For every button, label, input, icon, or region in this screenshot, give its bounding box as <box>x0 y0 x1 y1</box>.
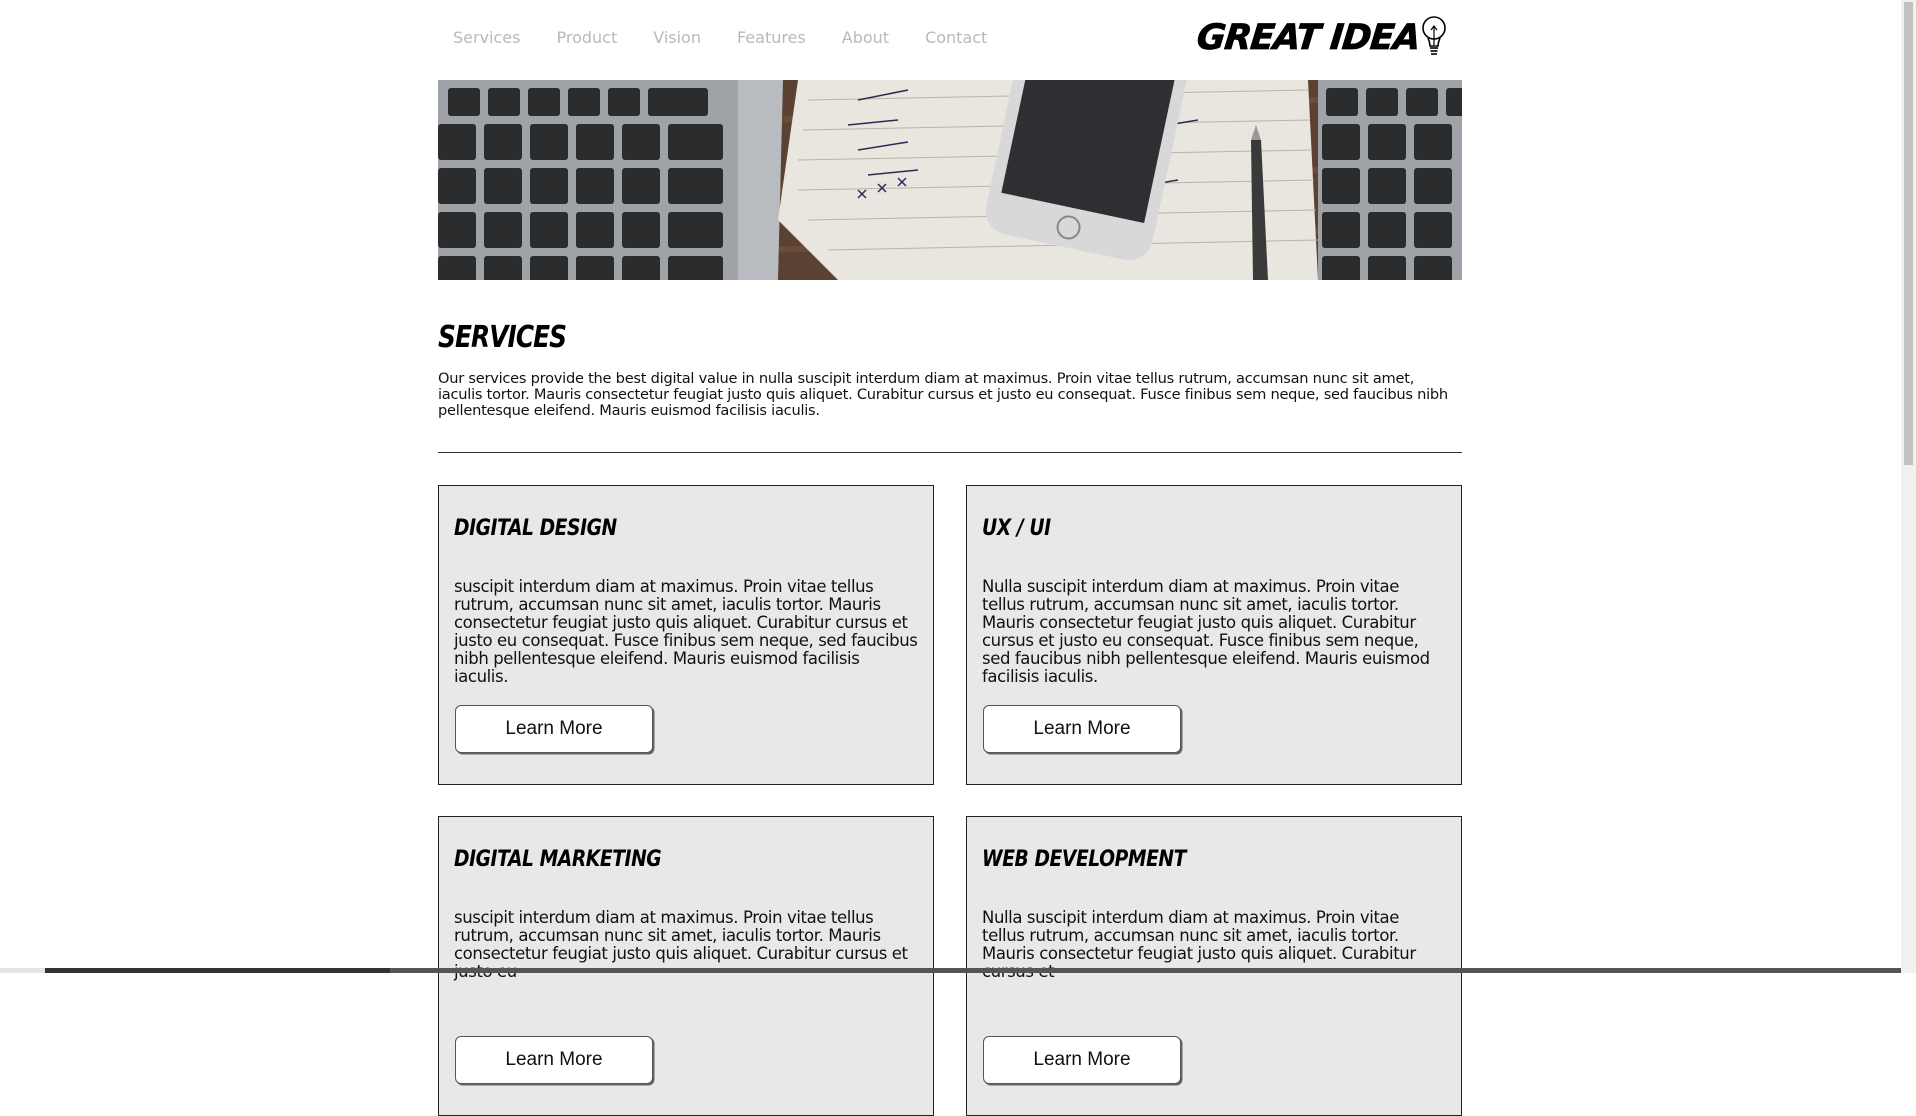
learn-more-button[interactable]: Learn More <box>455 1036 653 1084</box>
nav-link-features[interactable]: Features <box>737 28 806 47</box>
divider <box>438 452 1462 453</box>
card-body: suscipit interdum diam at maximus. Proin… <box>454 577 918 686</box>
learn-more-button[interactable]: Learn More <box>983 705 1181 753</box>
nav-link-contact[interactable]: Contact <box>925 28 987 47</box>
nav-link-services[interactable]: Services <box>453 28 520 47</box>
service-card: UX / UI Nulla suscipit interdum diam at … <box>966 485 1462 785</box>
horizontal-scrollbar-thumb[interactable] <box>45 968 390 973</box>
horizontal-scrollbar[interactable] <box>0 968 1901 973</box>
page: Services Product Vision Features About C… <box>438 0 1462 1116</box>
nav-link-vision[interactable]: Vision <box>653 28 701 47</box>
logo-text: GREAT IDEA <box>1194 18 1422 59</box>
top-nav: Services Product Vision Features About C… <box>438 0 1462 80</box>
card-title: UX / UI <box>982 516 1051 541</box>
section-title: SERVICES <box>438 320 567 355</box>
services-grid: DIGITAL DESIGN suscipit interdum diam at… <box>438 485 1462 1116</box>
service-card: WEB DEVELOPMENT Nulla suscipit interdum … <box>966 816 1462 1116</box>
nav-links: Services Product Vision Features About C… <box>453 28 1023 47</box>
horizontal-scrollbar-track <box>390 968 1901 973</box>
services-intro: Our services provide the best digital va… <box>438 370 1448 419</box>
learn-more-button[interactable]: Learn More <box>983 1036 1181 1084</box>
service-card: DIGITAL MARKETING suscipit interdum diam… <box>438 816 934 1116</box>
service-card: DIGITAL DESIGN suscipit interdum diam at… <box>438 485 934 785</box>
nav-link-product[interactable]: Product <box>556 28 617 47</box>
scrollbar-thumb[interactable] <box>1904 2 1913 465</box>
card-title: DIGITAL MARKETING <box>454 847 662 872</box>
vertical-scrollbar[interactable] <box>1901 0 1916 973</box>
logo[interactable]: GREAT IDEA <box>1194 14 1449 62</box>
hero-image <box>438 80 1462 280</box>
learn-more-button[interactable]: Learn More <box>455 705 653 753</box>
card-title: WEB DEVELOPMENT <box>982 847 1186 872</box>
nav-link-about[interactable]: About <box>842 28 889 47</box>
lightbulb-icon <box>1419 14 1449 62</box>
card-body: Nulla suscipit interdum diam at maximus.… <box>982 577 1430 686</box>
card-title: DIGITAL DESIGN <box>454 516 617 541</box>
